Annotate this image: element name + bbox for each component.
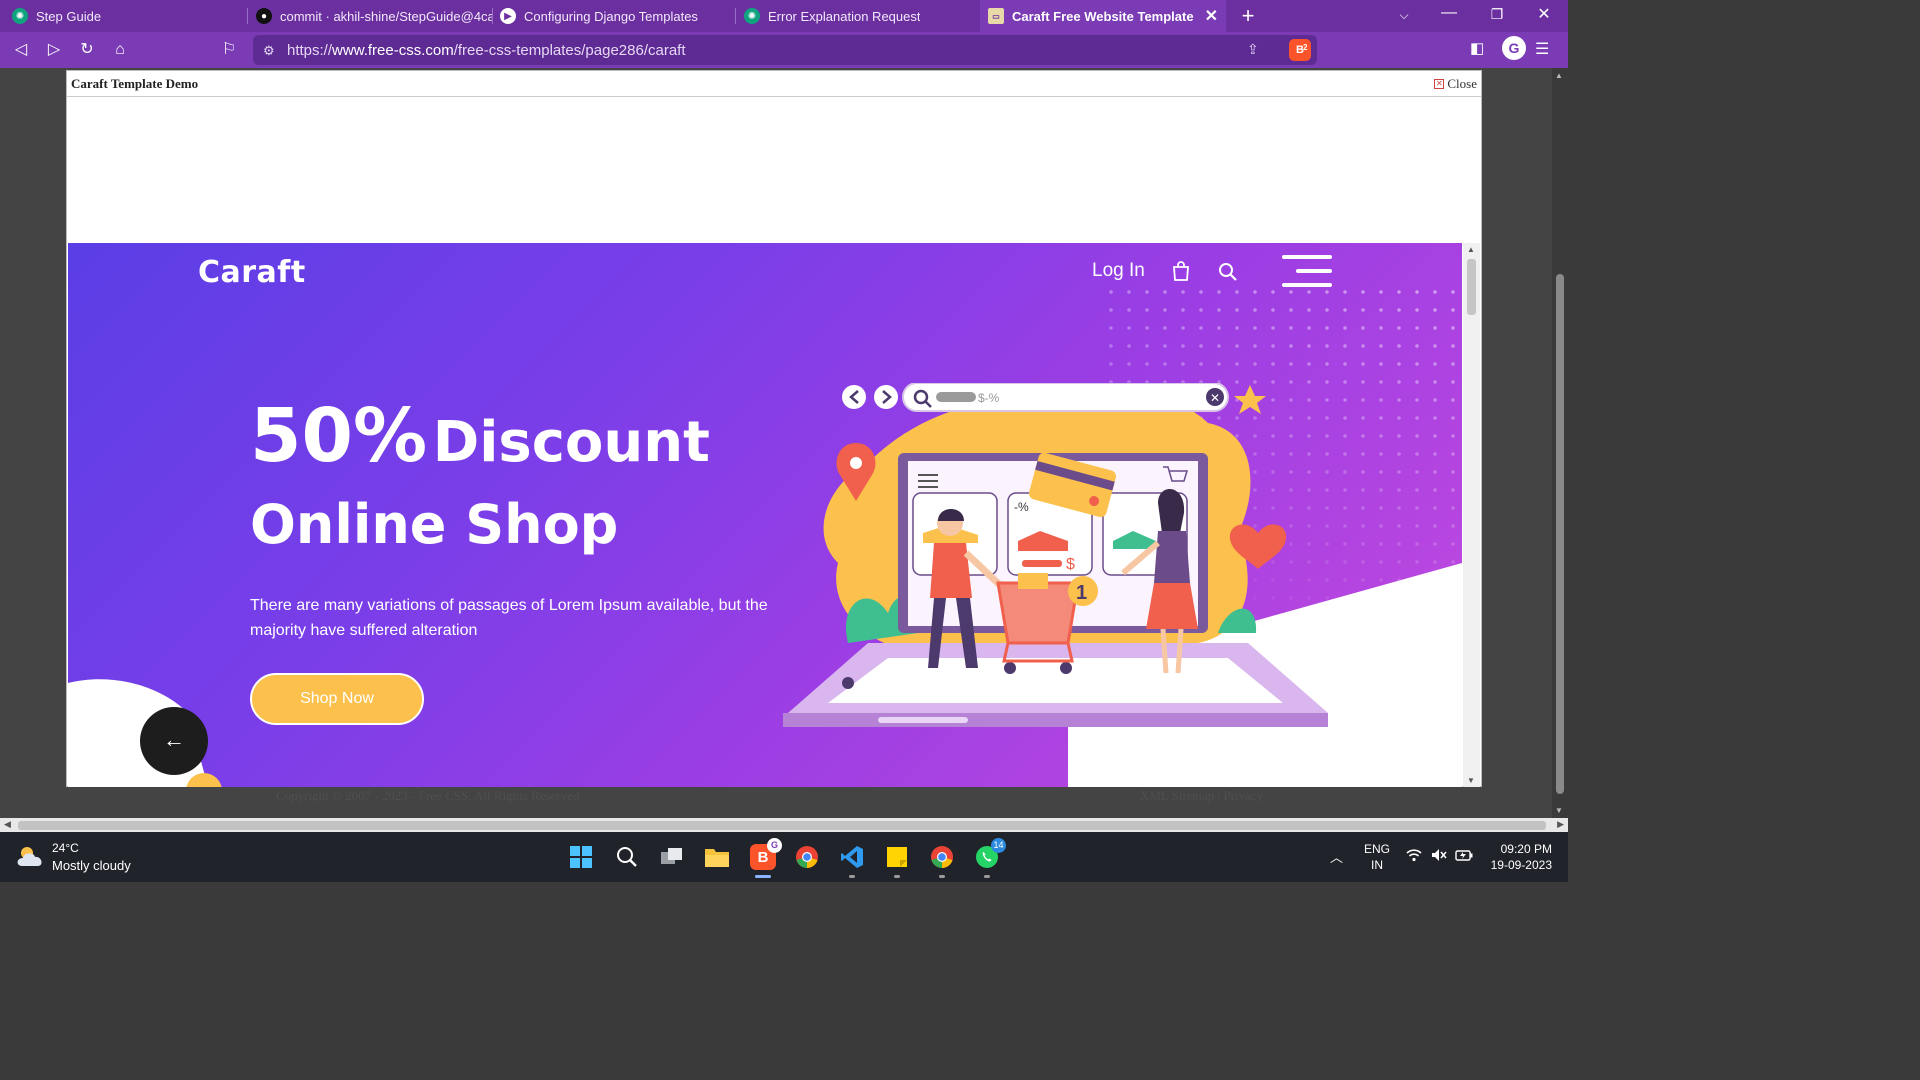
tab-error-explanation[interactable]: ✺ Error Explanation Request bbox=[736, 0, 980, 32]
chatgpt-icon: ✺ bbox=[744, 8, 760, 24]
discount-percent: 50% bbox=[250, 393, 428, 479]
reload-icon[interactable]: ↻ bbox=[76, 39, 98, 61]
login-link[interactable]: Log In bbox=[1092, 260, 1145, 282]
home-icon[interactable]: ⌂ bbox=[109, 39, 131, 61]
close-window-button[interactable]: ✕ bbox=[1532, 4, 1556, 24]
page-horizontal-scrollbar[interactable]: ◀ ▶ bbox=[0, 818, 1568, 832]
task-view-icon[interactable] bbox=[659, 844, 685, 870]
language-indicator[interactable]: ENG IN bbox=[1364, 841, 1390, 873]
share-icon[interactable]: ⇪ bbox=[1247, 41, 1259, 58]
close-label: Close bbox=[1447, 76, 1477, 91]
github-icon: ● bbox=[256, 8, 272, 24]
chrome-profile-icon[interactable] bbox=[929, 844, 955, 878]
page-vertical-scrollbar[interactable]: ▲ ▼ bbox=[1552, 68, 1568, 818]
footer-copyright: Copyright © 2007 - 2023 - Free CSS. All … bbox=[276, 788, 580, 803]
restore-button[interactable]: ❐ bbox=[1485, 6, 1509, 23]
windows-start-icon[interactable] bbox=[568, 844, 594, 870]
search-icon[interactable] bbox=[614, 844, 640, 870]
browser-toolbar: ◁ ▷ ↻ ⌂ ⚐ ⚙ https://www.free-css.com/fre… bbox=[0, 32, 1568, 68]
footer-links[interactable]: XML Sitemap | Privacy bbox=[1140, 788, 1263, 804]
shopping-bag-icon[interactable] bbox=[1172, 261, 1190, 281]
hero-headline: 50% Discount bbox=[250, 393, 710, 479]
brand-logo[interactable]: Caraft bbox=[198, 255, 306, 290]
search-placeholder: $-% bbox=[978, 391, 1000, 405]
close-tab-icon[interactable]: ✕ bbox=[1205, 6, 1218, 26]
search-icon[interactable] bbox=[1218, 262, 1238, 282]
back-to-top-button[interactable]: ← bbox=[140, 707, 208, 775]
discount-word: Discount bbox=[432, 410, 710, 475]
page-scrollbar-thumb[interactable] bbox=[1556, 274, 1564, 794]
language-code: ENG bbox=[1364, 842, 1391, 856]
sidebar-toggle-icon[interactable]: ◧ bbox=[1470, 39, 1484, 57]
tab-title: Caraft Free Website Template | Fr bbox=[1012, 8, 1196, 24]
profile-badge: G bbox=[767, 838, 782, 853]
hamburger-menu-icon[interactable] bbox=[1280, 255, 1332, 287]
bookmark-icon[interactable]: ⚐ bbox=[218, 39, 240, 61]
tab-caraft[interactable]: ▭ Caraft Free Website Template | Fr ✕ bbox=[980, 0, 1226, 32]
file-explorer-icon[interactable] bbox=[704, 844, 730, 870]
profile-avatar[interactable]: G bbox=[1502, 36, 1526, 60]
cart-count-badge: 1 bbox=[1076, 582, 1087, 604]
address-bar[interactable]: ⚙ https://www.free-css.com/free-css-temp… bbox=[253, 35, 1317, 65]
discount-tag: -% bbox=[1014, 500, 1029, 514]
new-tab-button[interactable]: + bbox=[1236, 3, 1260, 28]
show-hidden-icons-chevron[interactable]: ︿ bbox=[1330, 847, 1343, 866]
tab-title: commit · akhil-shine/StepGuide@4ca7 bbox=[280, 8, 493, 24]
weather-cloudy-icon[interactable] bbox=[16, 844, 46, 868]
tab-title: Step Guide bbox=[36, 8, 102, 24]
hero-section: Caraft Log In 50% Discount Online Shop T… bbox=[68, 243, 1462, 787]
chatgpt-icon: ✺ bbox=[12, 8, 28, 24]
demo-title: Caraft Template Demo bbox=[71, 76, 199, 91]
tab-github-commit[interactable]: ● commit · akhil-shine/StepGuide@4ca7 bbox=[248, 0, 493, 32]
brave-browser-icon[interactable]: B G bbox=[750, 838, 782, 878]
tab-django-templates[interactable]: ▶ Configuring Django Templates bbox=[493, 0, 736, 32]
tab-list-chevron-icon[interactable]: ⌵ bbox=[1392, 8, 1416, 23]
demo-header: Caraft Template Demo ✕ Close bbox=[67, 71, 1481, 97]
page-viewport: Copyright © 2007 - 2023 - Free CSS. All … bbox=[0, 68, 1552, 818]
hero-subheadline: Online Shop bbox=[250, 493, 619, 556]
minimize-button[interactable]: — bbox=[1437, 4, 1461, 22]
region-code: IN bbox=[1371, 858, 1383, 872]
vscode-icon[interactable] bbox=[839, 844, 865, 878]
star-icon bbox=[1234, 385, 1266, 414]
sticky-notes-icon[interactable] bbox=[884, 844, 910, 878]
tab-title: Configuring Django Templates bbox=[524, 8, 698, 24]
demo-close-button[interactable]: ✕ Close bbox=[1434, 76, 1477, 92]
menu-icon[interactable]: ☰ bbox=[1535, 39, 1549, 59]
chrome-icon[interactable] bbox=[794, 844, 820, 870]
clock-time: 09:20 PM bbox=[1500, 842, 1552, 856]
url-text[interactable]: https://www.free-css.com/free-css-templa… bbox=[287, 42, 686, 59]
weather-temperature[interactable]: 24°C bbox=[52, 841, 79, 855]
battery-icon[interactable] bbox=[1455, 848, 1473, 865]
svg-text:✕: ✕ bbox=[1210, 391, 1220, 405]
shopping-illustration: -% $ $-% ✕ 1 bbox=[783, 383, 1328, 727]
close-icon: ✕ bbox=[1434, 79, 1445, 89]
site-settings-icon[interactable]: ⚙ bbox=[263, 43, 275, 59]
price-tag: $ bbox=[1066, 556, 1075, 573]
tab-title: Error Explanation Request bbox=[768, 8, 921, 24]
template-icon: ▭ bbox=[988, 8, 1004, 24]
template-demo-frame: Caraft Template Demo ✕ Close Caraft Log … bbox=[66, 70, 1482, 787]
forward-icon[interactable]: ▷ bbox=[43, 39, 65, 61]
tab-step-guide[interactable]: ✺ Step Guide bbox=[0, 0, 248, 32]
whatsapp-icon[interactable]: 14 bbox=[974, 838, 1006, 878]
brave-shields-icon[interactable]: B2 bbox=[1289, 39, 1311, 61]
demo-scrollbar-thumb[interactable] bbox=[1467, 259, 1476, 315]
wifi-icon[interactable] bbox=[1406, 848, 1422, 865]
shop-now-button[interactable]: Shop Now bbox=[250, 673, 424, 725]
clock-date: 19-09-2023 bbox=[1490, 858, 1552, 872]
weather-description[interactable]: Mostly cloudy bbox=[52, 858, 131, 873]
play-icon: ▶ bbox=[500, 8, 516, 24]
windows-taskbar: 24°C Mostly cloudy B G 14 ︿ ENG IN 09:20… bbox=[0, 832, 1568, 882]
volume-muted-icon[interactable] bbox=[1431, 848, 1447, 865]
hero-description: There are many variations of passages of… bbox=[250, 597, 768, 639]
notification-badge: 14 bbox=[991, 838, 1006, 853]
back-icon[interactable]: ◁ bbox=[10, 39, 32, 61]
horizontal-scrollbar-thumb[interactable] bbox=[18, 821, 1546, 830]
demo-scrollbar[interactable]: ▲ ▼ bbox=[1463, 243, 1480, 787]
system-clock[interactable]: 09:20 PM 19-09-2023 bbox=[1480, 841, 1552, 873]
tab-strip: ✺ Step Guide ● commit · akhil-shine/Step… bbox=[0, 0, 1568, 32]
shields-count: 2 bbox=[1303, 43, 1308, 52]
